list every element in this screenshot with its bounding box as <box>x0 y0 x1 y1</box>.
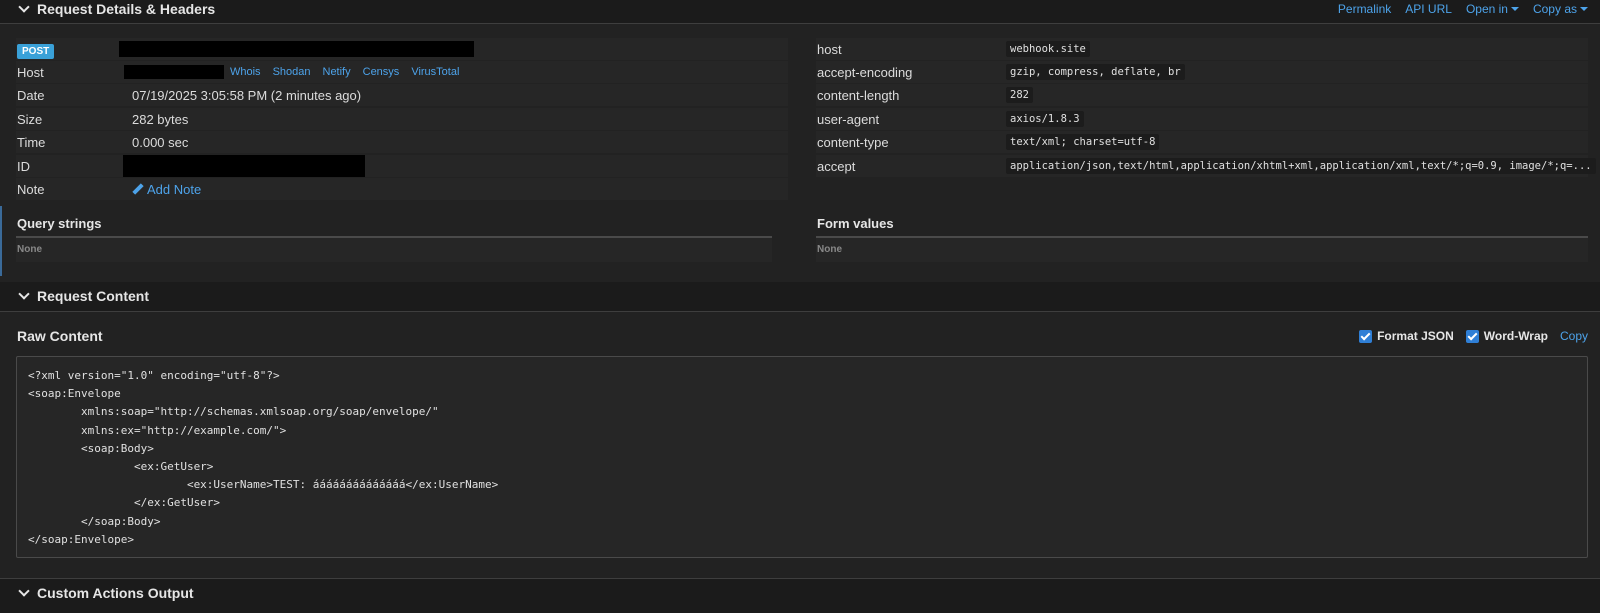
host-row: Host Whois Shodan Netify Censys VirusTot… <box>16 61 788 83</box>
code-line: <?xml version="1.0" encoding="utf-8"?> <box>28 369 280 382</box>
raw-content-box[interactable]: <?xml version="1.0" encoding="utf-8"?> <… <box>16 356 1588 558</box>
request-content-header: Request Content <box>0 282 1600 312</box>
caret-down-icon <box>1510 7 1519 11</box>
note-label: Note <box>17 181 45 197</box>
section-title: Request Content <box>37 288 149 304</box>
copy-button[interactable]: Copy <box>1560 329 1588 343</box>
form-values-box <box>816 238 1588 262</box>
raw-content-title: Raw Content <box>17 328 103 344</box>
code-line: </soap:Envelope> <box>28 532 134 546</box>
time-row: Time 0.000 sec <box>16 131 788 153</box>
chevron-down-icon <box>18 584 30 597</box>
add-note-button[interactable]: Add Note <box>132 182 201 197</box>
code-line: <ex:GetUser> <box>28 459 214 473</box>
header-key: content-length <box>817 87 900 103</box>
header-key: content-type <box>817 134 889 150</box>
add-note-label: Add Note <box>147 181 202 197</box>
header-links: Permalink API URL Open in Copy as <box>1338 2 1588 16</box>
date-value: 07/19/2025 3:05:58 PM (2 minutes ago) <box>132 87 362 103</box>
header-row-accept-encoding: accept-encoding gzip, compress, deflate,… <box>816 61 1588 83</box>
query-strings-empty: None <box>17 244 42 255</box>
raw-options: Format JSON Word-Wrap Copy <box>1359 329 1588 343</box>
code-line: <soap:Envelope <box>28 387 121 401</box>
copy-as-label: Copy as <box>1532 2 1577 16</box>
id-row: ID <box>16 155 788 177</box>
caret-down-icon <box>1580 7 1588 11</box>
host-label: Host <box>17 64 44 80</box>
id-label: ID <box>17 158 30 174</box>
add-note-link[interactable]: Add Note <box>132 182 201 197</box>
netify-link[interactable]: Netify <box>323 66 351 78</box>
host-value: Whois Shodan Netify Censys VirusTotal <box>124 65 459 79</box>
shodan-link[interactable]: Shodan <box>273 66 311 78</box>
format-json-checkbox[interactable]: Format JSON <box>1359 329 1454 343</box>
custom-actions-header: Custom Actions Output <box>0 578 1600 613</box>
form-values-empty: None <box>817 244 842 255</box>
size-label: Size <box>17 111 43 127</box>
left-accent-bar <box>0 206 2 276</box>
redacted-host <box>124 65 224 79</box>
header-row-content-type: content-type text/xml; charset=utf-8 <box>816 131 1588 153</box>
whois-link[interactable]: Whois <box>230 66 261 78</box>
permalink-link[interactable]: Permalink <box>1338 2 1391 16</box>
url-value <box>119 41 474 57</box>
size-row: Size 282 bytes <box>16 108 788 130</box>
code-line: <soap:Body> <box>28 441 154 455</box>
query-strings-title: Query strings <box>17 216 102 231</box>
header-value: webhook.site <box>1006 41 1090 57</box>
method-row: POST <box>16 38 788 60</box>
word-wrap-label: Word-Wrap <box>1483 329 1548 343</box>
header-row-content-length: content-length 282 <box>816 84 1588 106</box>
request-content-toggle[interactable]: Request Content <box>18 287 149 304</box>
checkbox-checked-icon[interactable] <box>1465 329 1479 343</box>
code-line: </ex:GetUser> <box>28 496 221 510</box>
virustotal-link[interactable]: VirusTotal <box>411 66 459 78</box>
pencil-icon <box>132 184 143 195</box>
header-value: application/json,text/html,application/x… <box>1006 158 1596 174</box>
form-values-title: Form values <box>817 216 894 231</box>
method-badge: POST <box>17 42 55 59</box>
chevron-down-icon <box>18 0 30 13</box>
open-in-label: Open in <box>1465 2 1508 16</box>
code-line: </soap:Body> <box>28 514 161 528</box>
header-key: accept-encoding <box>817 64 913 80</box>
method-badge-text: POST <box>17 43 55 59</box>
size-value: 282 bytes <box>132 111 189 127</box>
header-value: text/xml; charset=utf-8 <box>1006 134 1160 150</box>
header-key: host <box>817 41 842 57</box>
custom-actions-toggle[interactable]: Custom Actions Output <box>18 584 194 601</box>
header-value: axios/1.8.3 <box>1006 111 1084 127</box>
date-row: Date 07/19/2025 3:05:58 PM (2 minutes ag… <box>16 84 788 106</box>
note-row: Note Add Note <box>16 178 788 200</box>
chevron-down-icon <box>18 287 30 300</box>
redacted-url <box>119 41 474 57</box>
format-json-label: Format JSON <box>1377 329 1454 343</box>
header-row-accept: accept application/json,text/html,applic… <box>816 155 1596 177</box>
request-details-toggle[interactable]: Request Details & Headers <box>18 0 216 17</box>
copy-as-dropdown[interactable]: Copy as <box>1533 2 1588 16</box>
id-value <box>123 155 365 177</box>
query-strings-box <box>16 238 772 262</box>
section-title: Request Details & Headers <box>37 1 216 17</box>
code-line: xmlns:soap="http://schemas.xmlsoap.org/s… <box>28 405 439 419</box>
censys-link[interactable]: Censys <box>363 66 400 78</box>
code-line: xmlns:ex="http://example.com/"> <box>28 423 287 437</box>
header-key: accept <box>817 158 856 174</box>
time-value: 0.000 sec <box>132 134 189 150</box>
request-details-header: Request Details & Headers Permalink API … <box>0 0 1600 24</box>
header-row-user-agent: user-agent axios/1.8.3 <box>816 108 1588 130</box>
open-in-dropdown[interactable]: Open in <box>1466 2 1519 16</box>
code-line: <ex:UserName>TEST: áááááááááááááá</ex:Us… <box>28 478 499 492</box>
date-label: Date <box>17 87 45 103</box>
header-value: 282 <box>1006 87 1033 103</box>
header-key: user-agent <box>817 111 880 127</box>
header-value: gzip, compress, deflate, br <box>1006 64 1185 80</box>
word-wrap-checkbox[interactable]: Word-Wrap <box>1465 329 1548 343</box>
checkbox-checked-icon[interactable] <box>1359 329 1373 343</box>
redacted-id <box>123 155 365 177</box>
time-label: Time <box>17 134 46 150</box>
header-row-host: host webhook.site <box>816 38 1588 60</box>
api-url-link[interactable]: API URL <box>1405 2 1452 16</box>
section-title: Custom Actions Output <box>37 585 194 601</box>
